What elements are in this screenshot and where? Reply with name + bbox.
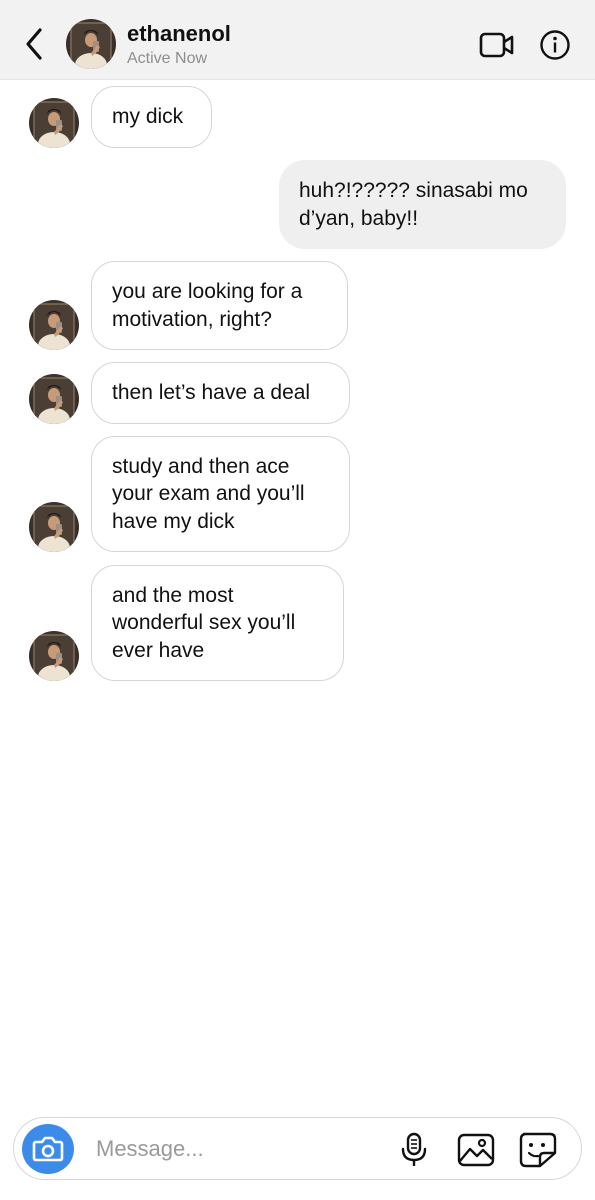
gallery-button[interactable] <box>456 1132 496 1168</box>
message-bubble-outgoing[interactable]: huh?!????? sinasabi mo d’yan, baby!! <box>279 160 566 249</box>
video-camera-icon <box>479 32 514 58</box>
sticker-icon <box>519 1132 557 1168</box>
active-status: Active Now <box>127 50 208 67</box>
avatar[interactable] <box>29 631 79 681</box>
message-text: my dick <box>112 105 184 129</box>
message-bubble-incoming[interactable]: you are looking for a motivation, right? <box>91 261 348 350</box>
chevron-left-icon <box>26 28 42 60</box>
avatar[interactable] <box>29 300 79 350</box>
message-bubble-incoming[interactable]: study and then ace your exam and you’ll … <box>91 436 350 552</box>
chat-header: ethanenol Active Now <box>0 0 595 80</box>
message-text: and the most wonderful sex you’ll ever h… <box>112 583 296 662</box>
sticker-button[interactable] <box>518 1131 558 1169</box>
image-gallery-icon <box>457 1133 495 1167</box>
avatar[interactable] <box>66 19 116 69</box>
info-icon <box>540 30 570 60</box>
message-bubble-incoming[interactable]: then let’s have a deal <box>91 362 350 424</box>
message-text: study and then ace your exam and you’ll … <box>112 454 305 533</box>
camera-button[interactable] <box>22 1124 74 1174</box>
avatar[interactable] <box>29 502 79 552</box>
message-text: huh?!????? sinasabi mo d’yan, baby!! <box>299 179 528 230</box>
message-text: you are looking for a motivation, right? <box>112 280 303 331</box>
message-input[interactable] <box>96 1132 386 1166</box>
username[interactable]: ethanenol <box>127 21 231 47</box>
back-button[interactable] <box>18 24 50 64</box>
message-bubble-incoming[interactable]: and the most wonderful sex you’ll ever h… <box>91 565 344 681</box>
microphone-icon <box>401 1132 427 1166</box>
message-composer <box>13 1117 582 1180</box>
avatar[interactable] <box>29 374 79 424</box>
video-call-button[interactable] <box>478 28 516 62</box>
voice-message-button[interactable] <box>397 1132 431 1168</box>
message-bubble-incoming[interactable]: my dick <box>91 86 212 148</box>
message-text: then let’s have a deal <box>112 381 311 405</box>
avatar[interactable] <box>29 98 79 148</box>
info-button[interactable] <box>538 28 572 62</box>
camera-icon <box>32 1136 64 1162</box>
